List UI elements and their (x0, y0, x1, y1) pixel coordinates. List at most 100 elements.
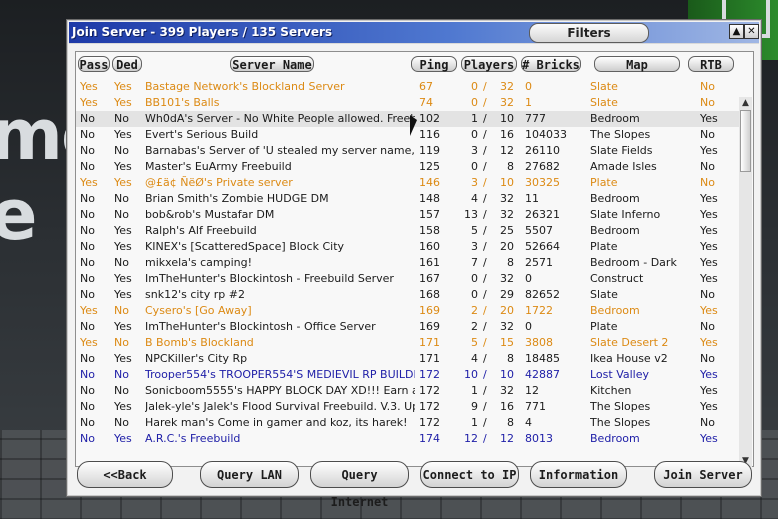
server-row[interactable]: Yes Yes BB101's Balls 74 0 / 32 1 Slate No (76, 95, 741, 111)
window-titlebar[interactable]: Join Server - 399 Players / 135 Servers … (69, 22, 759, 44)
server-row[interactable]: Yes No B Bomb's Blockland 171 5 / 15 3808 Slate … (76, 335, 741, 351)
cell-bricks: 30325 (525, 176, 560, 189)
server-row[interactable]: No No Harek man's Come in gamer and koz, i… (76, 415, 741, 431)
filters-button[interactable]: Filters (529, 23, 649, 43)
cell-ping: 158 (419, 224, 440, 237)
cell-rtb: No (700, 416, 715, 429)
information-button[interactable]: Information (530, 461, 627, 488)
cell-ded: No (114, 304, 129, 317)
cell-players-current: 3 (471, 240, 478, 253)
server-row[interactable]: Yes No Cysero's [Go Away] 169 2 / 20 1722 Bedroo… (76, 303, 741, 319)
cell-ded: Yes (114, 224, 132, 237)
cell-bricks: 2571 (525, 256, 553, 269)
cell-map: Lost Valley (590, 368, 650, 381)
server-row[interactable]: No Yes Evert's Serious Build 116 0 / 16 104033 T… (76, 127, 741, 143)
cell-server-name: snk12's city rp #2 (145, 288, 245, 301)
cell-pass: No (80, 160, 95, 173)
server-row[interactable]: No No bob&rob's Mustafar DM 157 13 / 32 26321 Sl… (76, 207, 741, 223)
cell-ded: No (114, 384, 129, 397)
cell-ping: 169 (419, 304, 440, 317)
column-map[interactable]: Map (594, 56, 680, 72)
server-row[interactable]: No No Barnabas's Server of 'U stealed my s… (76, 143, 741, 159)
cell-server-name: Sonicboom5555's HAPPY BLOCK DAY XD!!! Ea… (145, 384, 415, 397)
cell-rtb: Yes (700, 400, 718, 413)
window-title: Join Server - 399 Players / 135 Servers (72, 25, 333, 39)
server-row[interactable]: No Yes KINEX's [ScatteredSpace] Block City… (76, 239, 741, 255)
server-row[interactable]: Yes Yes @£ä¢ ÑëØ's Private server 146 3 / 10 30… (76, 175, 741, 191)
cell-players-max: 12 (500, 432, 514, 445)
server-row[interactable]: No Yes NPCKiller's City Rp 171 4 / 8 18485 Ikea … (76, 351, 741, 367)
server-row[interactable]: No No mikxela's camping! 161 7 / 8 2571 Bedroom … (76, 255, 741, 271)
scroll-up-icon[interactable]: ▲ (739, 97, 752, 109)
cell-pass: No (80, 128, 95, 141)
cell-pass: No (80, 384, 95, 397)
cell-players-separator: / (483, 176, 487, 189)
cell-bricks: 777 (525, 112, 546, 125)
server-row[interactable]: No Yes Master's EuArmy Freebuild 125 0 / 8 2768… (76, 159, 741, 175)
cell-rtb: Yes (700, 272, 718, 285)
server-row[interactable]: Yes Yes Bastage Network's Blockland Server… (76, 79, 741, 95)
cell-map: Slate (590, 96, 618, 109)
cell-bricks: 771 (525, 400, 546, 413)
cell-players-current: 4 (471, 192, 478, 205)
column-bricks[interactable]: # Bricks (521, 56, 581, 72)
cell-pass: No (80, 288, 95, 301)
cell-players-current: 1 (471, 112, 478, 125)
server-row[interactable]: No Yes A.R.C.'s Freebuild 174 12 / 12 8013 Bedro… (76, 431, 741, 447)
server-row[interactable]: No No Trooper554's TROOPER554'S MEDIEVIL R… (76, 367, 741, 383)
cell-pass: Yes (80, 96, 98, 109)
cell-map: Slate Inferno (590, 208, 661, 221)
arrow-up-icon[interactable]: ▲ (729, 24, 744, 39)
cell-ded: No (114, 416, 129, 429)
cell-ping: 171 (419, 352, 440, 365)
cell-pass: No (80, 368, 95, 381)
close-icon[interactable]: ✕ (744, 24, 759, 39)
scrollbar-thumb[interactable] (740, 110, 751, 172)
cell-players-current: 0 (471, 288, 478, 301)
cell-server-name: ImTheHunter's Blockintosh - Office Serve… (145, 320, 376, 333)
cell-bricks: 82652 (525, 288, 560, 301)
back-button[interactable]: <<Back (77, 461, 173, 488)
cell-pass: No (80, 432, 95, 445)
cell-bricks: 12 (525, 384, 539, 397)
column-server-name[interactable]: Server Name (230, 56, 314, 72)
cell-rtb: No (700, 96, 715, 109)
cell-ping: 148 (419, 192, 440, 205)
server-row[interactable]: No No Wh0dA's Server - No White People all… (76, 111, 741, 127)
cell-rtb: Yes (700, 208, 718, 221)
cell-players-current: 1 (471, 384, 478, 397)
column-rtb[interactable]: RTB (688, 56, 734, 72)
cell-bricks: 42887 (525, 368, 560, 381)
server-row[interactable]: No Yes ImTheHunter's Blockintosh - Office … (76, 319, 741, 335)
column-ded[interactable]: Ded (112, 56, 142, 72)
cell-map: The Slopes (590, 400, 651, 413)
server-row[interactable]: No Yes Jalek-yle's Jalek's Flood Survival … (76, 399, 741, 415)
cell-server-name: Barnabas's Server of 'U stealed my serve… (145, 144, 415, 157)
cell-players-current: 2 (471, 320, 478, 333)
server-row[interactable]: No Yes Ralph's Alf Freebuild 158 5 / 25 5507 Bed… (76, 223, 741, 239)
cell-server-name: mikxela's camping! (145, 256, 253, 269)
vertical-scrollbar[interactable]: ▲ ▼ (739, 97, 752, 467)
cell-bricks: 3808 (525, 336, 553, 349)
server-row[interactable]: No Yes ImTheHunter's Blockintosh - Freebui… (76, 271, 741, 287)
cell-map: Bedroom (590, 112, 640, 125)
query-internet-button[interactable]: Query Internet (310, 461, 409, 509)
server-row[interactable]: No No Sonicboom5555's HAPPY BLOCK DAY XD!!… (76, 383, 741, 399)
column-players[interactable]: Players (461, 56, 517, 72)
column-ping[interactable]: Ping (411, 56, 457, 72)
cell-bricks: 0 (525, 320, 532, 333)
cell-map: Plate (590, 176, 618, 189)
cell-rtb: Yes (700, 224, 718, 237)
server-row[interactable]: No Yes snk12's city rp #2 168 0 / 29 82652 Slate… (76, 287, 741, 303)
server-row[interactable]: No No Brian Smith's Zombie HUDGE DM 148 4 / 32… (76, 191, 741, 207)
cell-ded: No (114, 208, 129, 221)
cell-players-separator: / (483, 208, 487, 221)
cell-ping: 125 (419, 160, 440, 173)
column-pass[interactable]: Pass (78, 56, 110, 72)
cell-players-current: 0 (471, 272, 478, 285)
join-server-button[interactable]: Join Server (654, 461, 752, 488)
cell-bricks: 18485 (525, 352, 560, 365)
query-lan-button[interactable]: Query LAN (200, 461, 299, 488)
cell-server-name: ImTheHunter's Blockintosh - Freebuild Se… (145, 272, 394, 285)
connect-to-ip-button[interactable]: Connect to IP (420, 461, 519, 488)
